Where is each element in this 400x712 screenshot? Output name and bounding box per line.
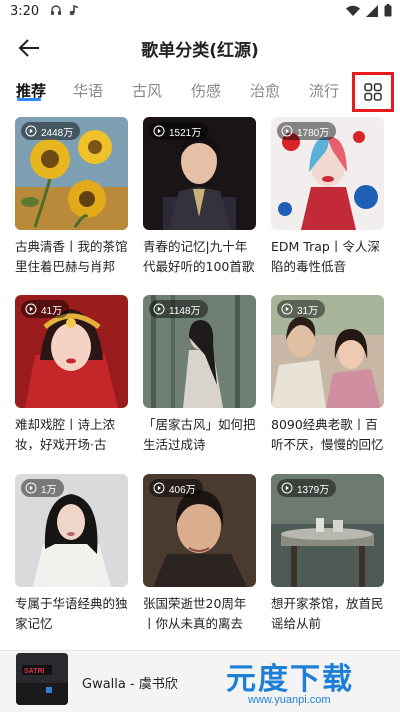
wifi-icon xyxy=(346,5,360,16)
playlist-cover[interactable]: 1379万 xyxy=(271,474,384,587)
play-count: 406万 xyxy=(169,484,196,496)
active-tab-indicator xyxy=(17,98,41,101)
playlist-cover[interactable]: 31万 xyxy=(271,295,384,408)
playlist-cover[interactable]: 1780万 xyxy=(271,117,384,230)
playlist-title[interactable]: 青春的记忆|九十年代最好听的100首歌 xyxy=(143,237,256,277)
playlist-cover[interactable]: 1521万 xyxy=(143,117,256,230)
play-count-badge: 41万 xyxy=(21,300,70,318)
play-count: 1780万 xyxy=(297,127,330,139)
play-circle-icon xyxy=(153,303,165,315)
music-note-icon xyxy=(69,4,79,16)
play-count-badge: 2448万 xyxy=(21,122,81,140)
play-count: 1148万 xyxy=(169,305,201,317)
tab-pop[interactable]: 流行 xyxy=(309,80,339,101)
play-count-badge: 406万 xyxy=(149,479,203,497)
playlist-cover[interactable]: 1148万 xyxy=(143,295,256,408)
playlist-cover[interactable]: 41万 xyxy=(15,295,128,408)
playlist-title[interactable]: 「居家古风」如何把生活过成诗 xyxy=(143,415,256,455)
play-circle-icon xyxy=(281,303,293,315)
playlist-cover[interactable]: 2448万 xyxy=(15,117,128,230)
play-count: 1万 xyxy=(41,484,57,496)
play-circle-icon xyxy=(281,125,293,137)
play-count-badge: 1521万 xyxy=(149,122,209,140)
tab-sad[interactable]: 伤感 xyxy=(191,80,221,101)
battery-icon xyxy=(384,4,392,17)
album-art-text: SATRI xyxy=(24,668,45,675)
album-art: SATRI xyxy=(16,653,68,705)
now-playing-track[interactable]: Gwalla - 虞书欣 xyxy=(82,673,178,692)
play-circle-icon xyxy=(25,125,37,137)
play-circle-icon xyxy=(153,482,165,494)
tab-chinese[interactable]: 华语 xyxy=(73,80,103,101)
tab-healing[interactable]: 治愈 xyxy=(250,80,280,101)
play-count-badge: 1万 xyxy=(21,479,64,497)
playlist-card[interactable]: 1148万 「居家古风」如何把生活过成诗 xyxy=(143,295,256,455)
playlist-card[interactable]: 1780万 EDM Trap丨令人深陷的毒性低音 xyxy=(271,117,384,277)
playlist-title[interactable]: 8090经典老歌丨百听不厌，慢慢的回忆 xyxy=(271,415,384,455)
now-playing-cover[interactable]: SATRI xyxy=(16,653,68,705)
category-tabs: 推荐 华语 古风 伤感 治愈 流行 xyxy=(0,76,400,112)
watermark-url: www.yuanpi.com xyxy=(248,694,331,706)
play-count-badge: 31万 xyxy=(277,300,326,318)
play-circle-icon xyxy=(281,482,293,494)
play-count: 31万 xyxy=(297,305,319,317)
playlist-card[interactable]: 2448万 古典清香丨我的茶馆里住着巴赫与肖邦 xyxy=(15,117,128,277)
play-count-badge: 1379万 xyxy=(277,479,337,497)
status-time: 3:20 xyxy=(10,4,40,19)
category-grid-button[interactable] xyxy=(352,72,394,112)
playlist-card[interactable]: 1521万 青春的记忆|九十年代最好听的100首歌 xyxy=(143,117,256,277)
play-count-badge: 1148万 xyxy=(149,300,208,318)
playlist-title[interactable]: 想开家茶馆，放首民谣给从前 xyxy=(271,594,384,634)
playlist-card[interactable]: 1379万 想开家茶馆，放首民谣给从前 xyxy=(271,474,384,634)
status-bar: 3:20 xyxy=(0,0,400,24)
play-count: 41万 xyxy=(41,305,63,317)
playlist-card[interactable]: 406万 张国荣逝世20周年丨你从未真的离去 xyxy=(143,474,256,634)
watermark-logo-text: 元度下载 xyxy=(226,662,354,697)
grid-icon xyxy=(364,83,382,101)
playlist-title[interactable]: 张国荣逝世20周年丨你从未真的离去 xyxy=(143,594,256,634)
signal-icon xyxy=(366,4,378,17)
play-count-badge: 1780万 xyxy=(277,122,337,140)
playlist-title[interactable]: 古典清香丨我的茶馆里住着巴赫与肖邦 xyxy=(15,237,128,277)
playlist-cover[interactable]: 406万 xyxy=(143,474,256,587)
play-count: 1521万 xyxy=(169,127,202,139)
tab-ancient-style[interactable]: 古风 xyxy=(132,80,162,101)
header: 歌单分类(红源) xyxy=(0,30,400,66)
play-count: 2448万 xyxy=(41,127,74,139)
playlist-title[interactable]: EDM Trap丨令人深陷的毒性低音 xyxy=(271,237,384,277)
playlist-title[interactable]: 难却戏腔丨诗上浓妆，好戏开场·古风... xyxy=(15,415,128,455)
playlist-card[interactable]: 41万 难却戏腔丨诗上浓妆，好戏开场·古风... xyxy=(15,295,128,455)
playlist-card[interactable]: 31万 8090经典老歌丨百听不厌，慢慢的回忆 xyxy=(271,295,384,455)
play-circle-icon xyxy=(25,303,37,315)
site-watermark: 元度下载 www.yuanpi.com xyxy=(220,652,400,712)
play-circle-icon xyxy=(25,482,37,494)
headphones-icon xyxy=(51,5,61,15)
play-count: 1379万 xyxy=(297,484,330,496)
page-title: 歌单分类(红源) xyxy=(141,41,259,61)
playlist-card[interactable]: 1万 专属于华语经典的独家记忆 xyxy=(15,474,128,634)
playlist-title[interactable]: 专属于华语经典的独家记忆 xyxy=(15,594,128,634)
playlist-cover[interactable]: 1万 xyxy=(15,474,128,587)
play-circle-icon xyxy=(153,125,165,137)
